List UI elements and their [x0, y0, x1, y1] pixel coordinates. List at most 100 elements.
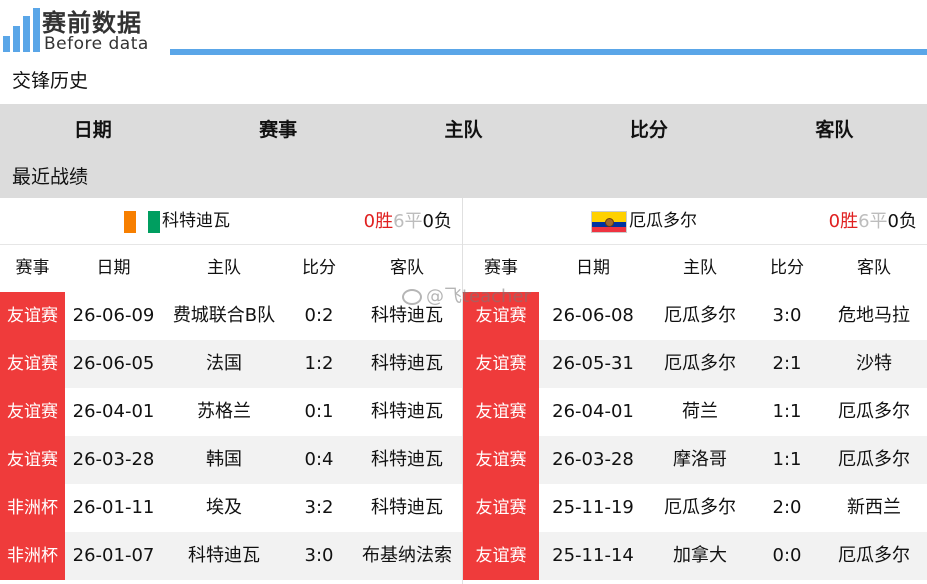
- competition-badge: 友谊赛: [0, 388, 65, 436]
- away-team: 布基纳法索: [362, 545, 452, 566]
- col-away: 客队: [857, 258, 891, 278]
- home-team: 厄瓜多尔: [664, 353, 736, 374]
- competition-badge: 友谊赛: [463, 532, 539, 580]
- match-row[interactable]: 友谊赛 26-05-31 厄瓜多尔 2:1 沙特: [463, 340, 927, 388]
- match-score: 2:0: [772, 497, 802, 518]
- match-score: 0:2: [304, 305, 334, 326]
- h2h-header-row: 日期 赛事 主队 比分 客队: [0, 104, 927, 156]
- match-score: 0:4: [304, 449, 334, 470]
- match-score: 1:1: [772, 449, 802, 470]
- match-row[interactable]: 友谊赛 26-03-28 韩国 0:4 科特迪瓦: [0, 436, 462, 484]
- match-date: 26-06-08: [552, 305, 634, 326]
- match-date: 26-03-28: [552, 449, 634, 470]
- left-team-row: 科特迪瓦 0胜6平0负: [0, 198, 462, 245]
- match-row[interactable]: 友谊赛 26-06-05 法国 1:2 科特迪瓦: [0, 340, 462, 388]
- match-row[interactable]: 友谊赛 25-11-14 加拿大 0:0 厄瓜多尔: [463, 532, 927, 580]
- right-column-headers: 赛事 日期 主队 比分 客队: [463, 245, 927, 292]
- match-score: 3:0: [772, 305, 802, 326]
- away-team: 沙特: [856, 353, 892, 374]
- home-team: 埃及: [206, 497, 242, 518]
- right-team-record: 0胜6平0负: [829, 198, 917, 245]
- match-row[interactable]: 友谊赛 26-04-01 苏格兰 0:1 科特迪瓦: [0, 388, 462, 436]
- away-team: 危地马拉: [838, 305, 910, 326]
- watermark-text: @飞teacher: [426, 286, 531, 307]
- col-home: 主队: [683, 258, 717, 278]
- competition-badge: 友谊赛: [0, 340, 65, 388]
- col-score: 比分: [770, 258, 804, 278]
- match-date: 26-06-05: [72, 353, 155, 374]
- header-competition: 赛事: [259, 119, 298, 141]
- match-score: 1:2: [304, 353, 334, 374]
- home-team: 摩洛哥: [673, 449, 727, 470]
- record-loss: 0负: [422, 211, 452, 232]
- header-divider: [170, 49, 927, 55]
- match-row[interactable]: 非洲杯 26-01-07 科特迪瓦 3:0 布基纳法索: [0, 532, 462, 580]
- match-row[interactable]: 友谊赛 26-04-01 荷兰 1:1 厄瓜多尔: [463, 388, 927, 436]
- competition-badge: 非洲杯: [0, 532, 65, 580]
- header-date: 日期: [73, 119, 112, 141]
- home-team: 法国: [206, 353, 242, 374]
- right-team-row: 厄瓜多尔 0胜6平0负: [463, 198, 927, 245]
- home-team: 荷兰: [682, 401, 718, 422]
- away-team: 科特迪瓦: [371, 449, 443, 470]
- header-away-team: 客队: [815, 119, 854, 141]
- match-row[interactable]: 友谊赛 26-06-09 费城联合B队 0:2 科特迪瓦: [0, 292, 462, 340]
- home-team: 厄瓜多尔: [664, 497, 736, 518]
- home-team: 韩国: [206, 449, 242, 470]
- record-draw: 6平: [393, 211, 423, 232]
- match-row[interactable]: 友谊赛 26-06-08 厄瓜多尔 3:0 危地马拉: [463, 292, 927, 340]
- away-team: 科特迪瓦: [371, 353, 443, 374]
- ecuador-flag-icon: [591, 211, 627, 233]
- col-home: 主队: [207, 258, 241, 278]
- match-score: 0:1: [304, 401, 334, 422]
- away-team: 科特迪瓦: [371, 401, 443, 422]
- match-row[interactable]: 友谊赛 26-03-28 摩洛哥 1:1 厄瓜多尔: [463, 436, 927, 484]
- home-team: 加拿大: [673, 545, 727, 566]
- match-date: 26-04-01: [72, 401, 155, 422]
- away-team: 新西兰: [847, 497, 901, 518]
- match-row[interactable]: 非洲杯 26-01-11 埃及 3:2 科特迪瓦: [0, 484, 462, 532]
- match-score: 2:1: [772, 353, 802, 374]
- competition-badge: 友谊赛: [0, 292, 65, 340]
- recent-form-title: 最近战绩: [0, 156, 927, 198]
- record-win: 0胜: [828, 211, 859, 232]
- match-date: 26-03-28: [72, 449, 155, 470]
- section-title: 交锋历史: [0, 58, 927, 104]
- header-score: 比分: [629, 119, 668, 141]
- right-team-name: 厄瓜多尔: [629, 211, 697, 231]
- match-date: 26-01-11: [72, 497, 155, 518]
- left-team-name: 科特迪瓦: [162, 211, 230, 231]
- match-score: 3:2: [304, 497, 334, 518]
- home-team: 科特迪瓦: [188, 545, 260, 566]
- col-date: 日期: [96, 258, 131, 278]
- left-team-panel: 科特迪瓦 0胜6平0负 赛事 日期 主队 比分 客队 友谊赛 26-06-09 …: [0, 198, 462, 584]
- away-team: 科特迪瓦: [371, 497, 443, 518]
- match-date: 26-05-31: [552, 353, 634, 374]
- right-team-panel: 厄瓜多尔 0胜6平0负 赛事 日期 主队 比分 客队 友谊赛 26-06-08 …: [463, 198, 927, 584]
- match-date: 26-04-01: [552, 401, 634, 422]
- watermark: @飞teacher: [402, 282, 531, 308]
- col-competition: 赛事: [15, 258, 50, 278]
- home-team: 苏格兰: [197, 401, 251, 422]
- match-date: 25-11-19: [552, 497, 634, 518]
- competition-badge: 友谊赛: [463, 484, 539, 532]
- left-column-headers: 赛事 日期 主队 比分 客队: [0, 245, 462, 292]
- competition-badge: 友谊赛: [463, 436, 539, 484]
- match-score: 3:0: [304, 545, 334, 566]
- match-date: 26-01-07: [72, 545, 155, 566]
- cote-divoire-flag-icon: [124, 211, 160, 233]
- weibo-icon: [402, 289, 422, 305]
- col-score: 比分: [302, 258, 336, 278]
- bar-chart-logo-icon: [3, 8, 40, 52]
- match-date: 25-11-14: [552, 545, 634, 566]
- match-score: 0:0: [772, 545, 802, 566]
- match-row[interactable]: 友谊赛 25-11-19 厄瓜多尔 2:0 新西兰: [463, 484, 927, 532]
- record-loss: 0负: [887, 211, 917, 232]
- brand-title: 赛前数据: [42, 9, 142, 37]
- away-team: 厄瓜多尔: [838, 449, 910, 470]
- col-date: 日期: [576, 258, 610, 278]
- competition-badge: 非洲杯: [0, 484, 65, 532]
- record-win: 0胜: [363, 211, 394, 232]
- competition-badge: 友谊赛: [463, 388, 539, 436]
- competition-badge: 友谊赛: [463, 340, 539, 388]
